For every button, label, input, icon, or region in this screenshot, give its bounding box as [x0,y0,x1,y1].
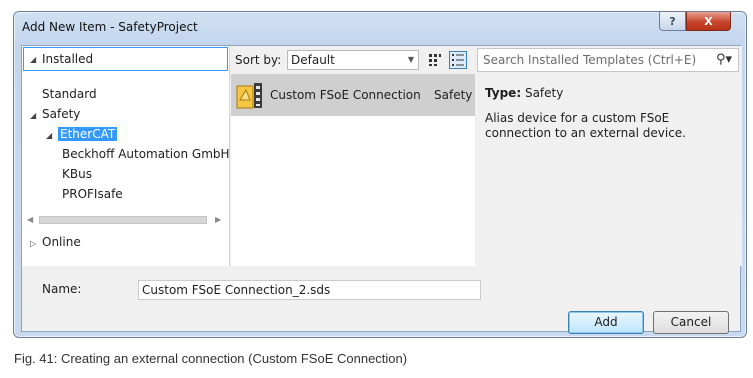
tree-item-label: KBus [62,167,92,181]
template-list: Custom FSoE Connection Safety [231,74,475,266]
name-row: Name: Custom FSoE Connection_2.sds [22,266,742,300]
sort-by-select[interactable]: Default ▼ [287,50,419,70]
template-type: Type: Safety [485,86,732,100]
tree-item-label: Beckhoff Automation GmbH [62,147,230,161]
name-label: Name: [42,282,82,296]
expanded-triangle-icon: ◢ [30,54,37,64]
sort-by-value: Default [291,53,335,67]
figure-caption: Fig. 41: Creating an external connection… [14,351,408,366]
details-view-icon [452,54,464,66]
search-templates-input[interactable]: Search Installed Templates (Ctrl+E) ⚲▾ [477,48,739,72]
templates-toolbar: Sort by: Default ▼ Search Installed Temp… [231,46,742,74]
template-category: Safety [434,88,473,102]
type-label: Type: [485,86,522,100]
add-new-item-dialog: Add New Item - SafetyProject ? X ◢ Insta… [13,11,747,338]
help-button[interactable]: ? [659,12,686,31]
tree-item-safety[interactable]: ◢ Safety [30,105,80,123]
installed-label: Installed [42,52,94,66]
help-icon: ? [669,14,676,28]
scroll-left-icon[interactable]: ◀ [27,214,33,226]
add-button[interactable]: Add [568,311,644,334]
details-view-button[interactable] [449,51,467,69]
collapsed-triangle-icon: ▷ [30,239,37,248]
template-tree-panel: ◢ Installed Standard ◢ Safety ◢ EtherCAT B… [22,46,230,266]
tree-item-standard[interactable]: Standard [42,85,97,103]
safety-terminal-icon [236,83,262,109]
tree-item-online[interactable]: ▷ Online [30,233,81,251]
tree-item-profisafe[interactable]: PROFIsafe [62,185,123,203]
type-value: Safety [524,86,564,100]
template-details-panel: Type: Safety Alias device for a custom F… [475,74,742,266]
scroll-right-icon[interactable]: ▶ [215,214,221,226]
tree-item-label: Online [42,235,81,249]
cancel-button[interactable]: Cancel [653,311,729,334]
chevron-down-icon: ▼ [407,55,414,64]
template-name: Custom FSoE Connection [270,88,421,102]
search-icon[interactable]: ⚲▾ [716,49,732,71]
tree-item-kbus[interactable]: KBus [62,165,92,183]
window-title: Add New Item - SafetyProject [22,20,198,34]
expanded-triangle-icon: ◢ [30,111,37,120]
tree-item-ethercat[interactable]: ◢ EtherCAT [46,125,118,143]
tree-item-label: Standard [42,87,97,101]
template-description: Alias device for a custom FSoE connectio… [485,111,686,140]
search-placeholder: Search Installed Templates (Ctrl+E) [483,53,697,67]
scrollbar-thumb[interactable] [39,216,207,224]
tree-item-label: Safety [42,107,81,121]
small-icons-view-button[interactable] [426,51,444,69]
expanded-triangle-icon: ◢ [46,131,53,140]
close-button[interactable]: X [686,12,731,31]
small-icons-view-icon [429,54,441,66]
tree-item-label: PROFIsafe [62,187,123,201]
title-bar[interactable]: Add New Item - SafetyProject ? X [14,12,746,42]
installed-header[interactable]: ◢ Installed [23,47,228,71]
close-icon: X [704,14,713,28]
tree-item-label: EtherCAT [58,127,118,141]
tree-horizontal-scrollbar[interactable]: ◀ ▶ [27,214,225,226]
sort-by-label: Sort by: [235,53,282,67]
tree-item-beckhoff[interactable]: Beckhoff Automation GmbH [62,145,230,163]
dialog-client-area: ◢ Installed Standard ◢ Safety ◢ EtherCAT B… [21,45,742,334]
template-item[interactable]: Custom FSoE Connection Safety [231,74,475,116]
name-input[interactable]: Custom FSoE Connection_2.sds [138,280,481,300]
